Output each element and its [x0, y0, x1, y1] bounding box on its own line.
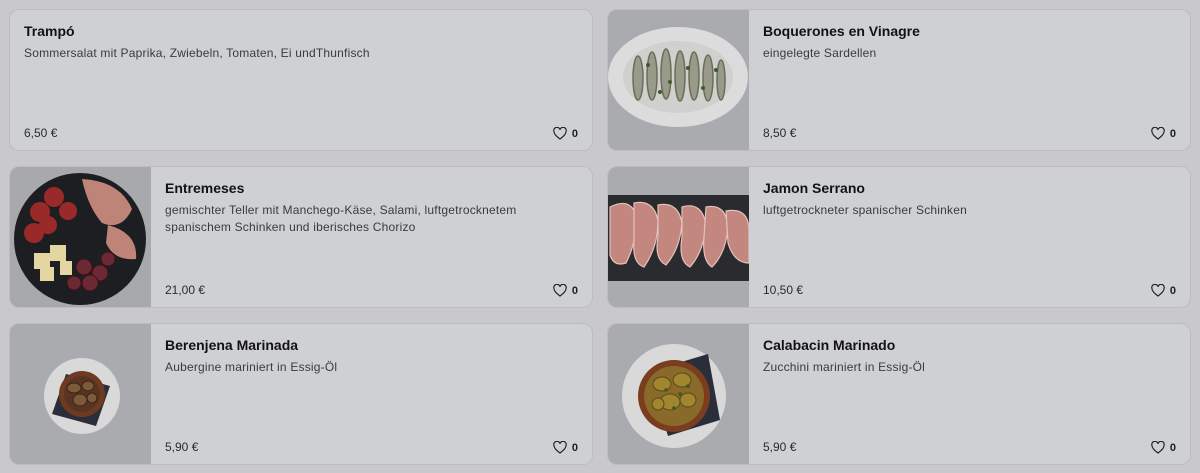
- menu-item-title: Entremeses: [165, 180, 245, 196]
- menu-item-price: 10,50 €: [763, 283, 804, 297]
- menu-item-card[interactable]: Boquerones en Vinagre eingelegte Sardell…: [607, 9, 1191, 151]
- menu-item-title: Calabacin Marinado: [763, 337, 896, 353]
- like-button[interactable]: 0: [553, 441, 578, 454]
- menu-item-title: Boquerones en Vinagre: [763, 23, 920, 39]
- menu-item-card[interactable]: Berenjena Marinada Aubergine mariniert i…: [9, 323, 593, 465]
- heart-outline-icon: [553, 127, 567, 140]
- heart-outline-icon: [1151, 284, 1165, 297]
- like-count: 0: [1169, 284, 1176, 297]
- menu-item-description: gemischter Teller mit Manchego-Käse, Sal…: [165, 203, 517, 234]
- heart-outline-icon: [1151, 441, 1165, 454]
- like-button[interactable]: 0: [1151, 284, 1176, 297]
- menu-item-title: Berenjena Marinada: [165, 337, 299, 353]
- anchovies-plate-image: [608, 10, 749, 150]
- menu-item-description: luftgetrockneter spanischer Schinken: [763, 203, 967, 217]
- menu-item-price: 5,90 €: [165, 440, 199, 454]
- heart-outline-icon: [1151, 127, 1165, 140]
- like-count: 0: [571, 127, 578, 140]
- menu-item-description: Aubergine mariniert in Essig-Öl: [165, 360, 338, 374]
- heart-outline-icon: [553, 441, 567, 454]
- menu-item-body: Jamon Serrano luftgetrockneter spanische…: [749, 167, 1190, 307]
- eggplant-bowl-image: [10, 324, 151, 464]
- menu-item-price: 8,50 €: [763, 126, 797, 140]
- like-count: 0: [1169, 441, 1176, 454]
- menu-item-price: 6,50 €: [24, 126, 58, 140]
- menu-item-card[interactable]: Entremeses gemischter Teller mit Mancheg…: [9, 166, 593, 308]
- menu-item-price: 5,90 €: [763, 440, 797, 454]
- menu-item-body: Berenjena Marinada Aubergine mariniert i…: [151, 324, 592, 464]
- like-count: 0: [571, 284, 578, 297]
- ham-board-image: [608, 167, 749, 307]
- menu-item-title: Jamon Serrano: [763, 180, 865, 196]
- menu-item-body: Entremeses gemischter Teller mit Mancheg…: [151, 167, 592, 307]
- like-button[interactable]: 0: [553, 284, 578, 297]
- menu-item-card[interactable]: Jamon Serrano luftgetrockneter spanische…: [607, 166, 1191, 308]
- charcuterie-plate-image: [10, 167, 151, 307]
- menu-item-body: Boquerones en Vinagre eingelegte Sardell…: [749, 10, 1190, 150]
- menu-item-description: Sommersalat mit Paprika, Zwiebeln, Tomat…: [24, 46, 370, 60]
- menu-item-description: eingelegte Sardellen: [763, 46, 877, 60]
- menu-grid: Trampó Sommersalat mit Paprika, Zwiebeln…: [9, 9, 1191, 465]
- like-button[interactable]: 0: [1151, 441, 1176, 454]
- menu-item-description: Zucchini mariniert in Essig-Öl: [763, 360, 926, 374]
- menu-item-body: Trampó Sommersalat mit Paprika, Zwiebeln…: [10, 10, 592, 150]
- menu-item-body: Calabacin Marinado Zucchini mariniert in…: [749, 324, 1190, 464]
- menu-item-card[interactable]: Trampó Sommersalat mit Paprika, Zwiebeln…: [9, 9, 593, 151]
- like-button[interactable]: 0: [1151, 127, 1176, 140]
- heart-outline-icon: [553, 284, 567, 297]
- zucchini-bowl-image: [608, 324, 749, 464]
- like-button[interactable]: 0: [553, 127, 578, 140]
- menu-item-card[interactable]: Calabacin Marinado Zucchini mariniert in…: [607, 323, 1191, 465]
- like-count: 0: [571, 441, 578, 454]
- menu-item-price: 21,00 €: [165, 283, 206, 297]
- like-count: 0: [1169, 127, 1176, 140]
- menu-item-title: Trampó: [24, 23, 75, 39]
